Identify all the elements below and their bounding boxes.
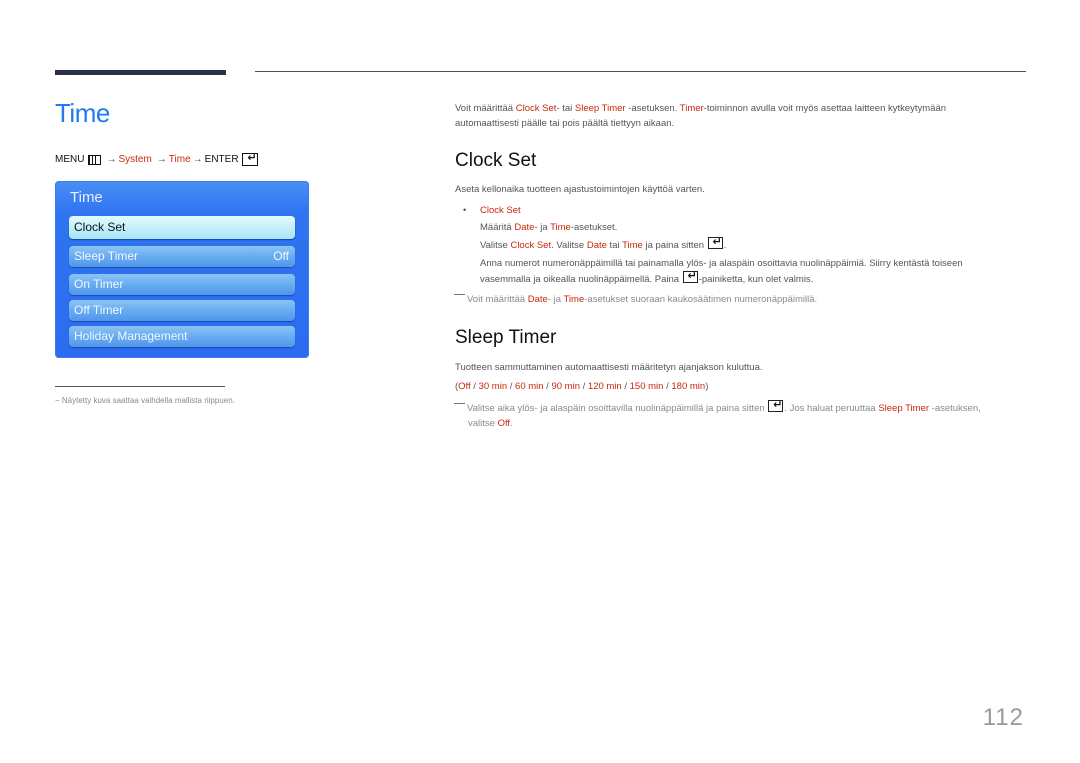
header-rule-thick	[55, 70, 226, 75]
osd-item-label: Off Timer	[74, 303, 124, 317]
osd-item-value: Off	[273, 249, 289, 263]
text: Voit määrittää	[455, 103, 516, 114]
menu-label: MENU	[55, 154, 85, 165]
text: Anna numerot numeronäppäimillä tai paina…	[480, 258, 963, 269]
option-off: Off	[458, 381, 471, 392]
menu-path-enter: ENTER	[204, 154, 239, 165]
sleep-timer-note: Valitse aika ylös- ja alaspäin osoittavi…	[454, 398, 1034, 431]
text: valitse	[468, 418, 498, 429]
menu-path: MENU → System → Time → ENTER	[55, 153, 258, 166]
section-heading-sleep-timer: Sleep Timer	[455, 327, 557, 348]
sleep-timer-options: (Off / 30 min / 60 min / 90 min / 120 mi…	[455, 381, 709, 392]
clock-set-step-3: Anna numerot numeronäppäimillä tai paina…	[480, 256, 1040, 287]
text: tai	[606, 240, 623, 251]
option-180-min: 180 min	[671, 381, 706, 392]
osd-item-off-timer[interactable]: Off Timer	[69, 300, 295, 321]
term-date: Date	[514, 222, 535, 233]
text: -asetuksen.	[625, 103, 680, 114]
arrow-icon: →	[156, 154, 167, 165]
text: . Valitse	[551, 240, 587, 251]
term-time: Time	[550, 222, 571, 233]
bullet-icon: •	[463, 205, 467, 216]
text: ja paina sitten	[642, 240, 707, 251]
text: - ja	[547, 294, 564, 305]
intro-paragraph: Voit määrittää Clock Set- tai Sleep Time…	[455, 101, 1035, 131]
text: - ja	[534, 222, 551, 233]
text: - tai	[556, 103, 575, 114]
term-sleep-timer: Sleep Timer	[574, 103, 626, 114]
term-off: Off	[497, 418, 511, 429]
arrow-icon: →	[192, 154, 203, 165]
text: -asetukset suoraan kaukosäätimen numeron…	[584, 294, 818, 305]
term-date: Date	[586, 240, 607, 251]
text: .	[510, 418, 513, 429]
osd-item-holiday-management[interactable]: Holiday Management	[69, 326, 295, 347]
bullet-label-clock-set: Clock Set	[480, 205, 521, 216]
text: Määritä	[480, 222, 515, 233]
osd-item-label: Holiday Management	[74, 329, 188, 343]
text: -toiminnon avulla voit myös asettaa lait…	[703, 103, 947, 114]
sleep-timer-description: Tuotteen sammuttaminen automaattisesti m…	[455, 362, 763, 373]
option-90-min: 90 min	[551, 381, 580, 392]
text: Voit määrittää	[467, 294, 528, 305]
option-30-min: 30 min	[478, 381, 508, 392]
note-dash-icon	[454, 294, 465, 295]
text: -asetuksen,	[929, 403, 981, 414]
text: . Jos haluat peruuttaa	[784, 403, 879, 414]
term-time: Time	[563, 294, 585, 305]
text: Valitse aika ylös- ja alaspäin osoittavi…	[467, 403, 768, 414]
option-120-min: 120 min	[587, 381, 622, 392]
footnote-divider	[55, 386, 225, 387]
option-150-min: 150 min	[629, 381, 664, 392]
clock-set-description: Aseta kellonaika tuotteen ajastustoimint…	[455, 184, 705, 195]
clock-set-step-2: Valitse Clock Set. Valitse Date tai Time…	[480, 235, 727, 253]
menu-grid-icon	[88, 154, 102, 165]
osd-menu-title: Time	[70, 189, 103, 206]
enter-key-icon	[768, 398, 784, 413]
osd-item-clock-set[interactable]: Clock Set	[69, 216, 295, 239]
osd-item-label: Clock Set	[74, 220, 126, 234]
clock-set-step-1: Määritä Date- ja Time-asetukset.	[480, 220, 617, 235]
enter-key-icon	[241, 153, 258, 166]
enter-key-icon	[682, 269, 698, 284]
text: .	[723, 240, 727, 251]
osd-item-on-timer[interactable]: On Timer	[69, 274, 295, 295]
term-time: Time	[622, 240, 643, 251]
term-clock-set: Clock Set	[510, 240, 552, 251]
term-date: Date	[527, 294, 548, 305]
footnote: − Näytetty kuva saattaa vaihdella mallis…	[55, 396, 235, 405]
term-clock-set: Clock Set	[515, 103, 557, 114]
text: automaattisesti päälle tai pois päältä t…	[455, 118, 675, 129]
term-timer: Timer	[679, 103, 704, 114]
osd-item-sleep-timer[interactable]: Sleep Timer Off	[69, 246, 295, 267]
term-sleep-timer: Sleep Timer	[878, 403, 930, 414]
osd-item-label: Sleep Timer	[74, 249, 139, 263]
arrow-icon: →	[106, 154, 117, 165]
text: vasemmalla ja oikealla nuolinäppäimellä.…	[480, 274, 682, 285]
note-dash-icon	[454, 403, 465, 404]
osd-item-label: On Timer	[74, 277, 124, 291]
header-rule-thin	[255, 71, 1026, 72]
page-number: 112	[982, 704, 1024, 731]
enter-key-icon	[707, 235, 723, 250]
text: -painiketta, kun olet valmis.	[698, 274, 814, 285]
menu-path-system: System	[118, 154, 152, 165]
option-60-min: 60 min	[515, 381, 544, 392]
clock-set-note: Voit määrittää Date- ja Time-asetukset s…	[454, 292, 817, 307]
tv-osd-menu: Time Clock Set Sleep Timer Off On Timer …	[55, 181, 309, 358]
text: -asetukset.	[570, 222, 618, 233]
text: Valitse	[480, 240, 511, 251]
page-title: Time	[55, 98, 110, 128]
menu-path-time: Time	[168, 154, 191, 165]
section-heading-clock-set: Clock Set	[455, 150, 537, 171]
